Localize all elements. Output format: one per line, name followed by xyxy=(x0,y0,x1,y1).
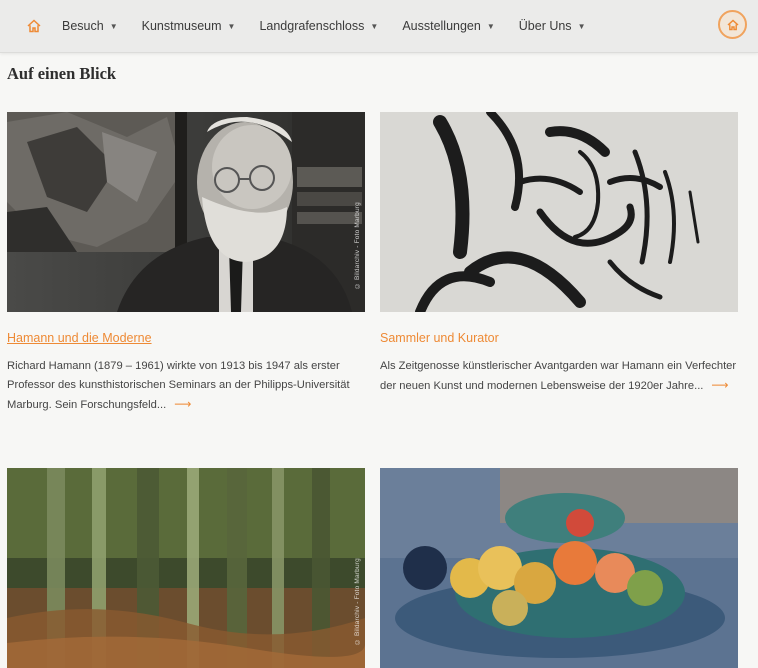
section-title: Auf einen Blick xyxy=(7,64,117,83)
card-title-link[interactable]: Sammler und Kurator xyxy=(380,331,499,345)
caret-down-icon: ▼ xyxy=(486,21,495,31)
menu-item-besuch[interactable]: Besuch ▼ xyxy=(62,19,118,33)
menu-item-label: Ausstellungen xyxy=(402,19,481,33)
card-text: Als Zeitgenosse künstlerischer Avantgard… xyxy=(380,357,738,396)
home-icon xyxy=(726,18,739,30)
menu-item-label: Kunstmuseum xyxy=(141,19,222,33)
card-title-link[interactable]: Hamann und die Moderne xyxy=(7,331,152,345)
home-icon[interactable] xyxy=(22,14,46,38)
arrow-right-icon[interactable]: ⟶ xyxy=(711,378,728,392)
card-text: Richard Hamann (1879 – 1961) wirkte von … xyxy=(7,357,365,415)
main-menu: Besuch ▼ Kunstmuseum ▼ Landgrafenschloss… xyxy=(62,0,609,52)
still-life-painting-image[interactable] xyxy=(380,468,738,668)
menu-item-label: Landgrafenschloss xyxy=(259,19,365,33)
image-credit: © Bildarchiv - Foto Marburg xyxy=(354,558,361,646)
card-still-life-painting xyxy=(380,468,738,668)
expressionist-sketch-image[interactable] xyxy=(380,112,738,312)
caret-down-icon: ▼ xyxy=(370,21,379,31)
card-hamann-moderne: © Bildarchiv - Foto Marburg Hamann und d… xyxy=(7,112,365,415)
caret-down-icon: ▼ xyxy=(577,21,586,31)
menu-item-kunstmuseum[interactable]: Kunstmuseum ▼ xyxy=(142,19,236,33)
card-sammler-kurator: Sammler und Kurator Als Zeitgenosse küns… xyxy=(380,112,738,396)
arrow-right-icon[interactable]: ⟶ xyxy=(174,397,191,411)
menu-item-ausstellungen[interactable]: Ausstellungen ▼ xyxy=(402,19,494,33)
top-navigation: Besuch ▼ Kunstmuseum ▼ Landgrafenschloss… xyxy=(0,0,758,53)
card-description: Als Zeitgenosse künstlerischer Avantgard… xyxy=(380,360,737,392)
hamann-portrait-image[interactable] xyxy=(7,112,365,312)
caret-down-icon: ▼ xyxy=(109,21,118,31)
caret-down-icon: ▼ xyxy=(227,21,236,31)
image-credit: © Bildarchiv - Foto Marburg xyxy=(354,202,361,290)
menu-item-landgrafenschloss[interactable]: Landgrafenschloss ▼ xyxy=(259,19,378,33)
menu-item-ueber-uns[interactable]: Über Uns ▼ xyxy=(519,19,586,33)
home-circle-button[interactable] xyxy=(718,10,747,39)
forest-painting-image[interactable] xyxy=(7,468,365,668)
menu-item-label: Besuch xyxy=(62,19,104,33)
card-forest-painting: © Bildarchiv - Foto Marburg xyxy=(7,468,365,668)
menu-item-label: Über Uns xyxy=(518,19,572,33)
